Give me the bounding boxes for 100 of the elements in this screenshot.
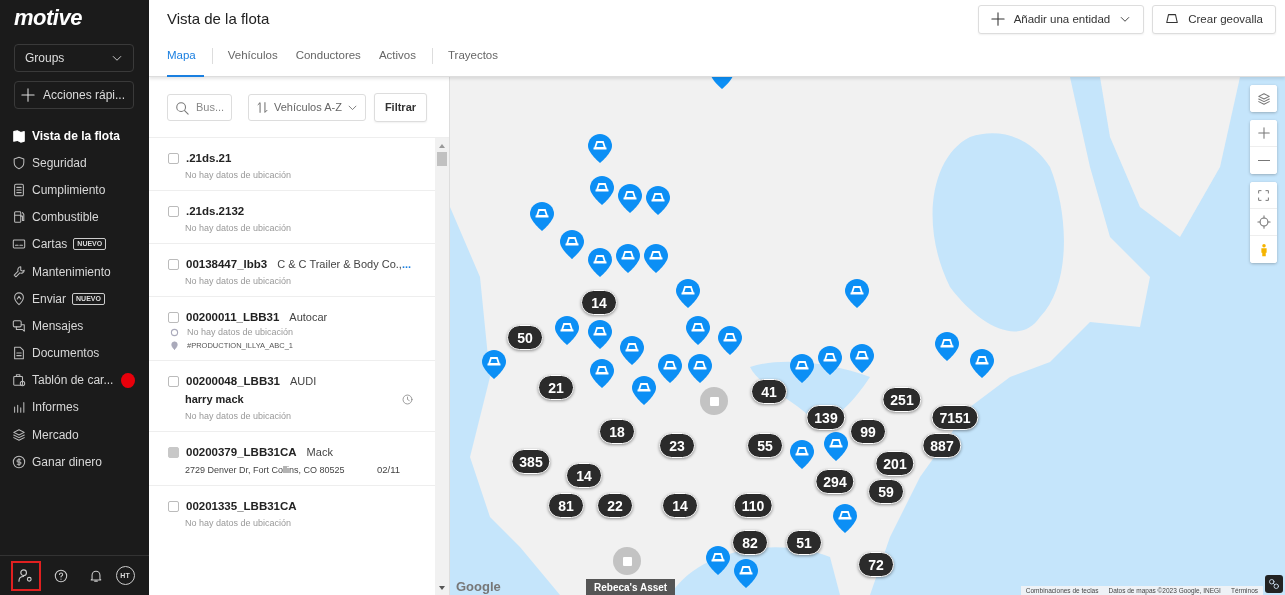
zoom-in-button[interactable] — [1250, 120, 1277, 147]
vehicle-pin-icon[interactable] — [675, 278, 701, 309]
layers-button[interactable] — [1250, 85, 1277, 112]
location-text: No hay datos de ubicación — [185, 170, 292, 180]
tab[interactable]: Trayectos — [439, 34, 506, 77]
nav-item[interactable]: Vista de la flota — [12, 122, 135, 150]
dollar-icon — [12, 454, 26, 469]
checkbox[interactable] — [168, 205, 179, 217]
vehicle-pin-icon[interactable] — [587, 133, 613, 164]
add-entity-button[interactable]: Añadir una entidad — [977, 4, 1145, 34]
filter-button[interactable]: Filtrar — [373, 92, 428, 122]
groups-dropdown[interactable]: Groups — [14, 44, 134, 72]
checkbox[interactable] — [168, 258, 179, 270]
vehicle-pin-icon[interactable] — [559, 229, 585, 260]
vehicle-pin-icon[interactable] — [817, 345, 843, 376]
vehicle-pin-icon[interactable] — [789, 439, 815, 470]
vehicle-name[interactable]: .21ds.2132 — [186, 205, 245, 217]
scroll-up-arrow[interactable] — [439, 144, 445, 148]
sort-dropdown[interactable]: Vehículos A-Z — [248, 93, 366, 121]
vehicle-pin-icon[interactable] — [481, 349, 507, 380]
vehicle-pin-icon[interactable] — [587, 319, 613, 350]
link-icon — [1268, 578, 1280, 590]
vehicle-name[interactable]: 00201335_LBB31CA — [186, 500, 297, 512]
fullscreen-button[interactable] — [1250, 182, 1277, 209]
location-text: No hay datos de ubicación — [185, 223, 292, 233]
vehicle-pin-icon[interactable] — [705, 545, 731, 576]
search-field[interactable]: Bus... — [167, 93, 232, 121]
checkbox[interactable] — [168, 375, 179, 387]
chat-icon — [12, 318, 26, 333]
scroll-thumb[interactable] — [437, 152, 447, 166]
vehicle-pin-icon[interactable] — [589, 175, 615, 206]
tab[interactable]: Activos — [370, 34, 424, 77]
nav-item[interactable]: Mensajes — [12, 312, 135, 340]
plus-icon — [21, 88, 35, 102]
vehicle-pin-icon[interactable] — [657, 353, 683, 384]
wrench-icon — [12, 264, 26, 279]
location-text: No hay datos de ubicación — [187, 327, 294, 337]
nav-item[interactable]: Ganar dinero — [12, 448, 135, 476]
vehicle-name[interactable]: 00200011_LBB31 — [186, 311, 280, 323]
crosshair-icon — [1256, 215, 1271, 229]
vehicle-name[interactable]: 00138447_lbb3 — [186, 258, 268, 270]
vehicle-pin-icon[interactable] — [849, 343, 875, 374]
more-link[interactable]: ... — [401, 258, 412, 270]
logo: motive — [14, 6, 82, 30]
nav-item[interactable]: Mercado — [12, 421, 135, 449]
create-geofence-button[interactable]: Crear geovalla — [1152, 4, 1276, 34]
vehicle-pin-icon[interactable] — [643, 243, 669, 274]
quick-actions-button[interactable]: Acciones rápi... — [14, 81, 134, 109]
nav-item[interactable]: Mantenimiento — [12, 257, 135, 286]
vehicle-pin-icon[interactable] — [733, 558, 759, 589]
vehicle-pin-icon[interactable] — [832, 503, 858, 534]
link-button[interactable] — [1265, 575, 1283, 593]
geofence-icon — [1165, 12, 1180, 26]
nav-item[interactable]: Tablón de car... — [12, 366, 135, 394]
location-pin-icon — [12, 291, 26, 306]
document-icon — [12, 182, 26, 197]
vehicle-pin-icon[interactable] — [789, 353, 815, 384]
plus-icon — [1256, 126, 1271, 140]
nav-item[interactable]: Combustible — [12, 203, 135, 231]
scrollbar[interactable] — [435, 138, 449, 595]
vehicle-pin-icon[interactable] — [631, 375, 657, 406]
tab[interactable]: Vehículos — [219, 34, 286, 77]
nav-item[interactable]: Seguridad — [12, 149, 135, 177]
vehicle-pin-icon[interactable] — [685, 315, 711, 346]
vehicle-pin-icon[interactable] — [615, 243, 641, 274]
nav-item[interactable]: Cumplimiento — [12, 176, 135, 204]
vehicle-pin-icon[interactable] — [587, 247, 613, 278]
vehicle-name[interactable]: 00200048_LBB31 — [186, 375, 280, 387]
fullscreen-icon — [1257, 188, 1270, 202]
checkbox[interactable] — [168, 500, 179, 512]
vehicle-make: Mack — [306, 446, 333, 458]
vehicle-pin-icon[interactable] — [554, 315, 580, 346]
vehicle-pin-icon[interactable] — [589, 358, 615, 389]
nav-item[interactable]: Documentos — [12, 339, 135, 367]
vehicle-name[interactable]: .21ds.21 — [186, 152, 232, 164]
checkbox[interactable] — [168, 152, 179, 164]
bell-icon — [88, 568, 103, 583]
street-view-button[interactable] — [1250, 236, 1277, 263]
vehicle-pin-icon[interactable] — [687, 353, 713, 384]
locate-button[interactable] — [1250, 209, 1277, 236]
user-settings-button[interactable] — [10, 560, 41, 591]
vehicle-pin-icon[interactable] — [619, 335, 645, 366]
minus-icon — [1257, 159, 1270, 162]
shield-icon — [12, 155, 26, 170]
vehicle-make: AUDI — [290, 375, 317, 387]
checkbox[interactable] — [168, 311, 179, 323]
vehicle-pin-icon[interactable] — [844, 278, 870, 309]
vehicle-pin-icon[interactable] — [617, 183, 643, 214]
vehicle-pin-icon[interactable] — [529, 201, 555, 232]
layers-icon — [12, 427, 26, 442]
vehicle-make: C & C Trailer & Body Co., — [277, 258, 402, 270]
vehicle-pin-icon[interactable] — [645, 185, 671, 216]
tab[interactable]: Conductores — [287, 34, 369, 77]
nav-item[interactable]: Informes — [12, 393, 135, 422]
location-text: 2729 Denver Dr, Fort Collins, CO 80525 — [185, 464, 345, 475]
scroll-down-arrow[interactable] — [439, 586, 445, 590]
vehicle-pin-icon[interactable] — [823, 431, 849, 462]
vehicle-pin-icon[interactable] — [717, 325, 743, 356]
vehicle-pin-icon[interactable] — [934, 331, 960, 362]
vehicle-pin-icon[interactable] — [969, 348, 995, 379]
